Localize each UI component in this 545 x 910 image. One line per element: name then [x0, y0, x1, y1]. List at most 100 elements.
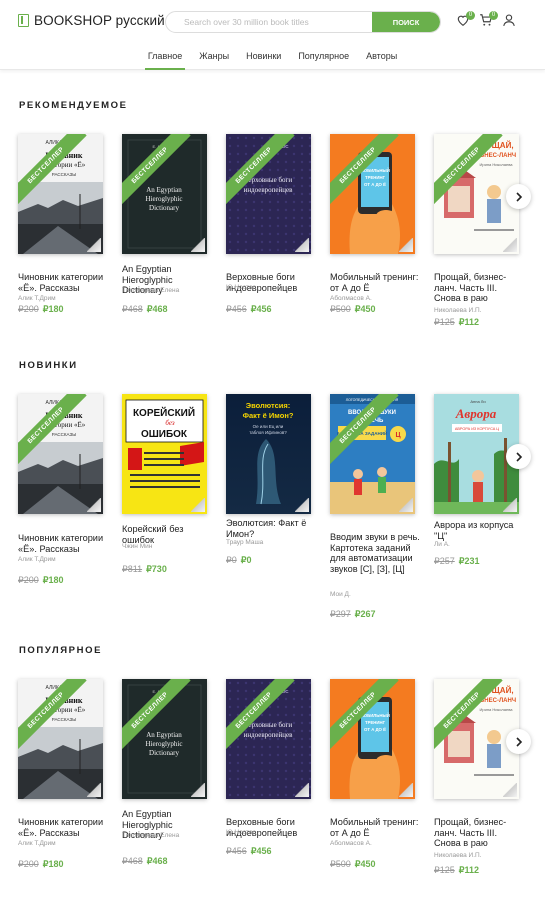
book-title[interactable]: Чиновник категории «Ё». Рассказы	[18, 817, 110, 838]
wishlist-badge: 0	[466, 11, 475, 20]
old-price: ₽456	[226, 304, 247, 314]
book-title[interactable]: Прощай, бизнес-ланч. Часть III. Снова в …	[434, 272, 526, 304]
book-author: Тихомирова Елена	[122, 287, 180, 294]
page-curl-icon	[399, 783, 413, 797]
svg-text:Факт ё Имон?: Факт ё Имон?	[243, 411, 294, 420]
book-title[interactable]: Мобильный тренинг: от А до Ё	[330, 817, 422, 838]
book-author: Траур Маша	[226, 539, 264, 546]
section-title: НОВИНКИ	[19, 360, 78, 371]
chevron-right-icon	[515, 451, 522, 462]
chevron-right-icon	[515, 736, 522, 747]
current-price: ₽267	[354, 609, 376, 619]
chevron-right-icon	[515, 191, 522, 202]
book-cover[interactable]: ЛОГОПЕДИЧЕСКИЕ ЗАДАНИЯ ВВОДИМ ЗВУКИ В РЕ…	[330, 394, 415, 514]
book-title[interactable]: Чиновник категории «Ё». Рассказы	[18, 272, 110, 293]
current-price: ₽450	[354, 859, 376, 869]
carousel-next-button[interactable]	[506, 729, 531, 754]
book-price: ₽125 ₽112	[434, 317, 479, 328]
old-price: ₽257	[434, 556, 455, 566]
current-price: ₽112	[458, 865, 479, 875]
page-curl-icon	[399, 498, 413, 512]
book-author: Николаева И.П.	[434, 307, 482, 314]
book-price: ₽257 ₽231	[434, 556, 480, 567]
svg-text:Ирина Николаева: Ирина Николаева	[479, 707, 513, 712]
page-curl-icon	[191, 238, 205, 252]
svg-text:РАССКАЗЫ: РАССКАЗЫ	[52, 432, 76, 437]
book-cover[interactable]: АЛИК Т.ДРИМ Чиновник категории «Ё» РАССК…	[18, 679, 103, 799]
book-title[interactable]: Эволютсия: Факт ё Имон?	[226, 518, 318, 539]
page-curl-icon	[295, 238, 309, 252]
book-cover[interactable]: АЛИК Т.ДРИМ Чиновник категории «Ё» РАССК…	[18, 134, 103, 254]
search-button[interactable]: ПОИСК	[372, 12, 440, 32]
old-price: ₽125	[434, 317, 455, 327]
book-title[interactable]: Прощай, бизнес-ланч. Часть III. Снова в …	[434, 817, 526, 849]
wishlist-button[interactable]: 0	[456, 11, 475, 29]
book-author: Ю Ностос	[226, 284, 256, 291]
old-price: ₽456	[226, 846, 247, 856]
book-cover[interactable]: МОБИЛЬНЫЙ ТРЕНИНГ ОТ А ДО Ё БЕСТСЕЛЛЕР	[330, 679, 415, 799]
user-icon	[503, 14, 515, 26]
nav-item-popular[interactable]: Популярное	[295, 44, 352, 70]
carousel-next-button[interactable]	[506, 444, 531, 469]
book-cover[interactable]: Е. А. Уоллис An Egyptian Hieroglyphic Di…	[122, 679, 207, 799]
book-title[interactable]: Чиновник категории «Ё». Рассказы	[18, 533, 110, 554]
book-title[interactable]: Корейский без ошибок	[122, 524, 214, 545]
svg-text:АВРОРА ИЗ КОРПУСА Ц: АВРОРА ИЗ КОРПУСА Ц	[455, 427, 499, 431]
book-title[interactable]: Аврора из корпуса "Ц"	[434, 520, 526, 541]
old-price: ₽200	[18, 304, 39, 314]
book-cover[interactable]: КОРЕЙСКИЙ без ОШИБОК	[122, 394, 207, 514]
book-author: Ли А.	[434, 541, 450, 548]
svg-text:An Egyptian: An Egyptian	[146, 186, 182, 194]
book-cover[interactable]: Е. А. Уоллис An Egyptian Hieroglyphic Di…	[122, 134, 207, 254]
svg-text:Ое или Ец или: Ое или Ец или	[253, 424, 284, 429]
book-price: ₽500 ₽450	[330, 859, 376, 870]
carousel-next-button[interactable]	[506, 184, 531, 209]
book-author: Тихомирова Елена	[122, 832, 180, 839]
svg-text:Эволютсия:: Эволютсия:	[246, 401, 290, 410]
old-price: ₽0	[226, 555, 237, 565]
book-cover[interactable]: АЛИК Т.ДРИМ Чиновник категории «Ё» РАССК…	[18, 394, 103, 514]
nav-item-main[interactable]: Главное	[144, 44, 186, 70]
book-author: Алик Т.Дрим	[18, 295, 56, 302]
current-price: ₽450	[354, 304, 376, 314]
nav-item-genres[interactable]: Жанры	[196, 44, 232, 70]
book-price: ₽500 ₽450	[330, 304, 376, 315]
book-cover[interactable]: МОБИЛЬНЫЙ ТРЕНИНГ ОТ А ДО Ё БЕСТСЕЛЛЕР	[330, 134, 415, 254]
book-author: Алик Т.Дрим	[18, 556, 56, 563]
book-author: Николаева И.П.	[434, 852, 482, 859]
svg-text:Ц: Ц	[395, 432, 401, 439]
book-author: Чжин Мин	[122, 543, 153, 550]
cart-button[interactable]: 0	[479, 11, 498, 29]
book-title[interactable]: Вводим звуки в речь. Картотека заданий д…	[330, 532, 422, 574]
book-cover[interactable]: Ю НОСТОС Верховные боги индоевропейцев Б…	[226, 679, 311, 799]
book-price: ₽0 ₽0	[226, 555, 251, 566]
account-button[interactable]	[502, 13, 518, 29]
page-curl-icon	[191, 498, 205, 512]
old-price: ₽297	[330, 609, 351, 619]
svg-text:Dictionary: Dictionary	[149, 749, 179, 757]
book-author: Ю Ностос	[226, 829, 256, 836]
logo[interactable]: BOOKSHOP русский	[18, 13, 165, 28]
page-curl-icon	[503, 783, 517, 797]
nav-item-authors[interactable]: Авторы	[363, 44, 400, 70]
page-curl-icon	[87, 783, 101, 797]
current-price: ₽468	[146, 304, 168, 314]
page-curl-icon	[503, 498, 517, 512]
section-0: РЕКОМЕНДУЕМОЕ АЛИК Т.ДРИМ Чиновник катег…	[0, 94, 545, 344]
book-price: ₽456 ₽456	[226, 846, 272, 857]
book-cover[interactable]: Эволютсия: Факт ё Имон? Ое или Ец или та…	[226, 394, 311, 514]
current-price: ₽0	[240, 555, 252, 565]
current-price: ₽180	[42, 575, 64, 585]
book-title[interactable]: Мобильный тренинг: от А до Ё	[330, 272, 422, 293]
svg-text:без: без	[165, 419, 175, 427]
main-nav: Главное Жанры Новинки Популярное Авторы	[0, 44, 545, 70]
section-title: РЕКОМЕНДУЕМОЕ	[19, 100, 128, 111]
old-price: ₽811	[122, 564, 143, 574]
svg-text:ОТ А ДО Ё: ОТ А ДО Ё	[364, 182, 386, 187]
section-2: ПОПУЛЯРНОЕ АЛИК Т.ДРИМ Чиновник категори…	[0, 639, 545, 889]
book-cover[interactable]: Ю НОСТОС Верховные боги индоевропейцев Б…	[226, 134, 311, 254]
book-price: ₽200 ₽180	[18, 859, 64, 870]
nav-item-new[interactable]: Новинки	[243, 44, 284, 70]
search-input[interactable]	[166, 12, 372, 32]
svg-text:ОТ А ДО Ё: ОТ А ДО Ё	[364, 727, 386, 732]
